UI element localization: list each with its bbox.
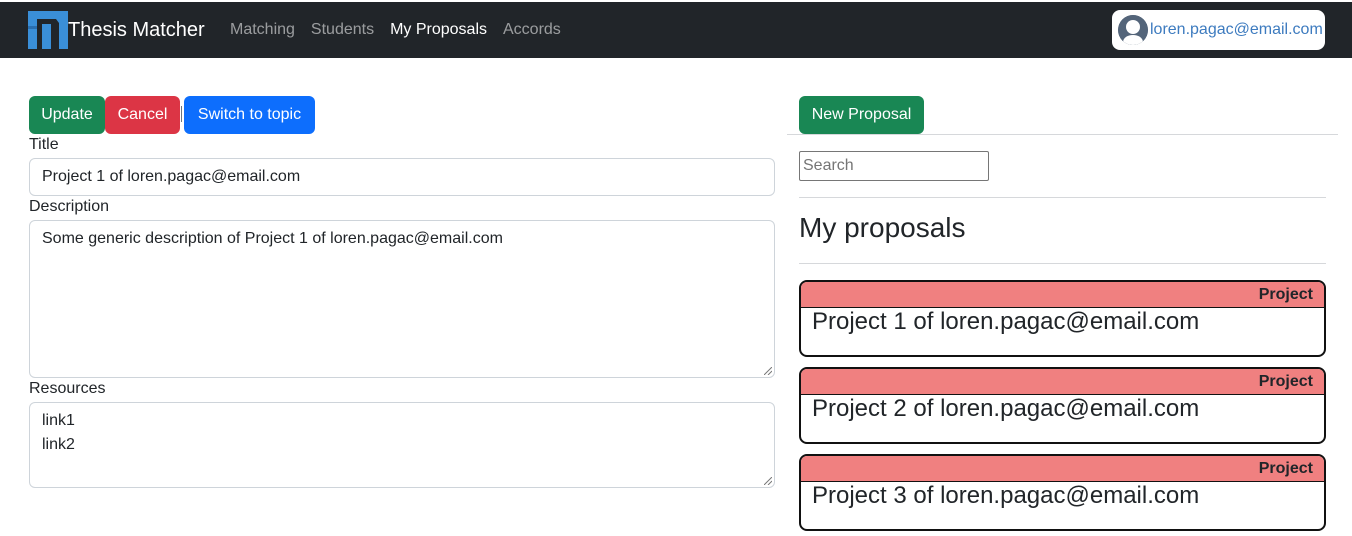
user-silhouette-icon xyxy=(1118,15,1148,45)
update-button[interactable]: Update xyxy=(29,96,105,134)
nav-link-my-proposals[interactable]: My Proposals xyxy=(390,21,487,39)
resource-line: link2 xyxy=(42,436,75,453)
proposals-heading: My proposals xyxy=(799,212,966,243)
title-input-value: Project 1 of loren.pagac@email.com xyxy=(42,168,301,185)
nav-link-accords[interactable]: Accords xyxy=(503,21,561,39)
divider xyxy=(799,263,1326,264)
button-separator xyxy=(181,106,182,122)
cancel-button[interactable]: Cancel xyxy=(105,96,180,134)
new-proposal-button[interactable]: New Proposal xyxy=(799,96,924,134)
description-label: Description xyxy=(29,198,110,215)
user-email: loren.pagac@email.com xyxy=(1150,21,1323,38)
navbar: Thesis Matcher Matching Students My Prop… xyxy=(0,2,1352,58)
title-label: Title xyxy=(29,136,59,153)
divider xyxy=(799,197,1326,198)
description-textarea[interactable]: Some generic description of Project 1 of… xyxy=(29,220,775,378)
switch-to-topic-button[interactable]: Switch to topic xyxy=(184,96,315,134)
proposal-title: Project 1 of loren.pagac@email.com xyxy=(812,308,1200,335)
resources-textarea[interactable]: link1 link2 xyxy=(29,402,775,488)
nav-link-students[interactable]: Students xyxy=(311,21,374,39)
brand[interactable]: Thesis Matcher xyxy=(28,10,205,50)
nav-links: Matching Students My Proposals Accords xyxy=(230,2,577,58)
brand-title: Thesis Matcher xyxy=(68,18,205,41)
proposal-type-badge: Project xyxy=(801,282,1324,308)
nav-link-matching[interactable]: Matching xyxy=(230,21,295,39)
user-menu[interactable]: loren.pagac@email.com xyxy=(1112,10,1325,50)
avatar xyxy=(1118,15,1148,45)
proposal-card[interactable]: Project Project 2 of loren.pagac@email.c… xyxy=(799,367,1326,444)
proposal-type-badge: Project xyxy=(801,369,1324,395)
proposal-card[interactable]: Project Project 3 of loren.pagac@email.c… xyxy=(799,454,1326,531)
divider xyxy=(787,134,1338,135)
proposal-type-badge: Project xyxy=(801,456,1324,482)
title-input[interactable]: Project 1 of loren.pagac@email.com xyxy=(29,158,775,196)
search-input[interactable] xyxy=(799,151,989,181)
resize-grip-icon[interactable] xyxy=(764,477,772,485)
proposal-title: Project 3 of loren.pagac@email.com xyxy=(812,482,1200,509)
proposal-card[interactable]: Project Project 1 of loren.pagac@email.c… xyxy=(799,280,1326,357)
resize-grip-icon[interactable] xyxy=(764,367,772,375)
description-textarea-value: Some generic description of Project 1 of… xyxy=(42,230,503,247)
proposal-title: Project 2 of loren.pagac@email.com xyxy=(812,395,1200,422)
brand-logo-icon xyxy=(28,11,68,49)
resources-label: Resources xyxy=(29,380,106,397)
resource-line: link1 xyxy=(42,412,75,429)
